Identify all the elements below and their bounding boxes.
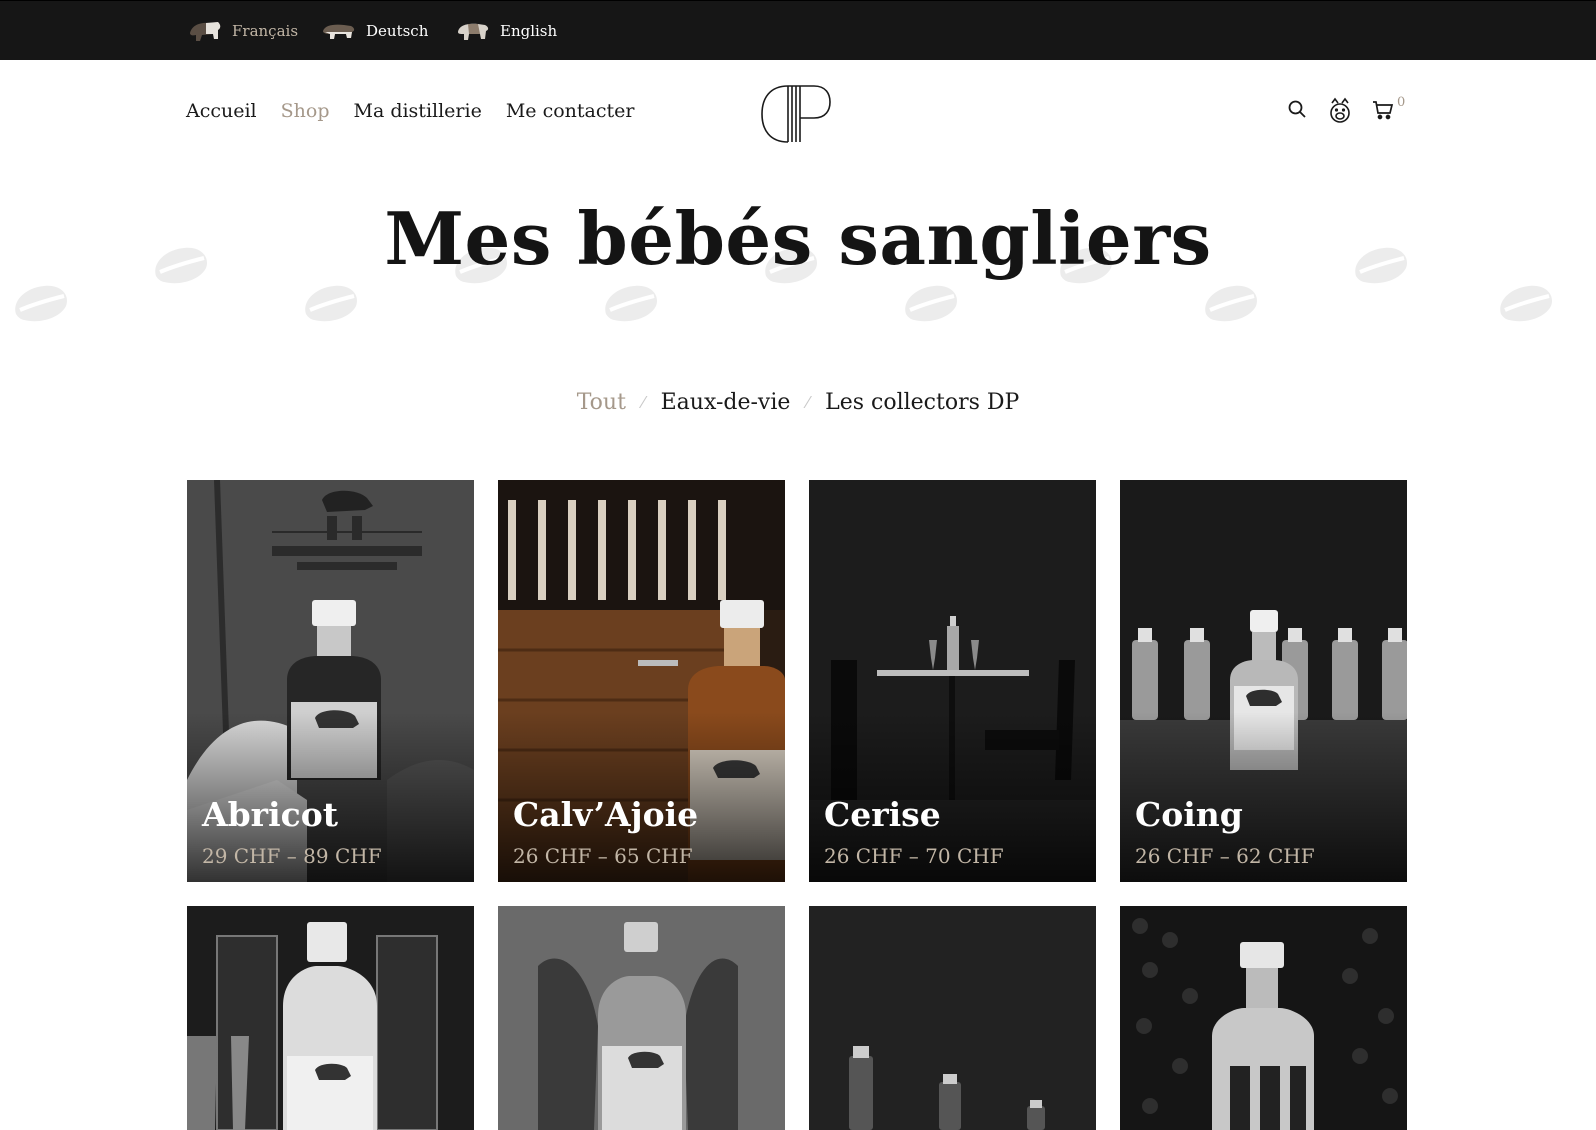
product-image (187, 906, 474, 1130)
page-title: Mes bébés sangliers (384, 196, 1212, 281)
boar-icon (190, 22, 221, 41)
product-price: 26 CHF – 65 CHF (513, 844, 693, 868)
product-card-abricot[interactable]: Abricot 29 CHF – 89 CHF (187, 480, 474, 882)
product-card-calvajoie[interactable]: Calv’Ajoie 26 CHF – 65 CHF (498, 480, 785, 882)
product-image (1120, 906, 1407, 1130)
product-card-cerise[interactable]: Cerise 26 CHF – 70 CHF (809, 480, 1096, 882)
nav-shop[interactable]: Shop (281, 100, 330, 122)
product-image (809, 906, 1096, 1130)
filter-separator: ⁄ (806, 393, 810, 412)
main-nav: Accueil Shop Ma distillerie Me contacter (186, 100, 634, 122)
product-card-8[interactable] (1120, 906, 1407, 1130)
product-name: Cerise (824, 795, 941, 834)
cart-icon[interactable] (1372, 99, 1394, 121)
logo[interactable] (760, 84, 832, 144)
account-icon[interactable] (1328, 97, 1352, 125)
language-label: Deutsch (366, 22, 429, 40)
product-image (498, 906, 785, 1130)
nav-accueil[interactable]: Accueil (186, 100, 257, 122)
product-price: 26 CHF – 62 CHF (1135, 844, 1315, 868)
boar-icon (323, 24, 355, 39)
language-english[interactable]: English (456, 18, 557, 44)
nav-ma-distillerie[interactable]: Ma distillerie (354, 100, 482, 122)
search-icon[interactable] (1287, 99, 1307, 119)
filter-tout[interactable]: Tout (577, 390, 626, 415)
language-label: Français (232, 22, 299, 40)
product-price: 29 CHF – 89 CHF (202, 844, 382, 868)
language-francais[interactable]: Français (188, 18, 298, 44)
language-bar: Français Deutsch English (0, 0, 1596, 60)
product-card-5[interactable] (187, 906, 474, 1130)
product-card-6[interactable] (498, 906, 785, 1130)
language-deutsch[interactable]: Deutsch (322, 18, 428, 44)
cart-count: 0 (1397, 95, 1406, 110)
product-name: Abricot (202, 795, 338, 834)
product-card-7[interactable] (809, 906, 1096, 1130)
filter-les-collectors-dp[interactable]: Les collectors DP (825, 390, 1019, 415)
product-price: 26 CHF – 70 CHF (824, 844, 1004, 868)
boar-icon (458, 23, 489, 40)
product-name: Calv’Ajoie (513, 795, 699, 834)
language-label: English (500, 22, 558, 40)
filter-eaux-de-vie[interactable]: Eaux-de-vie (661, 390, 791, 415)
category-filter: Tout ⁄ Eaux-de-vie ⁄ Les collectors DP (0, 390, 1596, 415)
filter-separator: ⁄ (641, 393, 645, 412)
nav-me-contacter[interactable]: Me contacter (506, 100, 635, 122)
product-name: Coing (1135, 795, 1243, 834)
product-card-coing[interactable]: Coing 26 CHF – 62 CHF (1120, 480, 1407, 882)
